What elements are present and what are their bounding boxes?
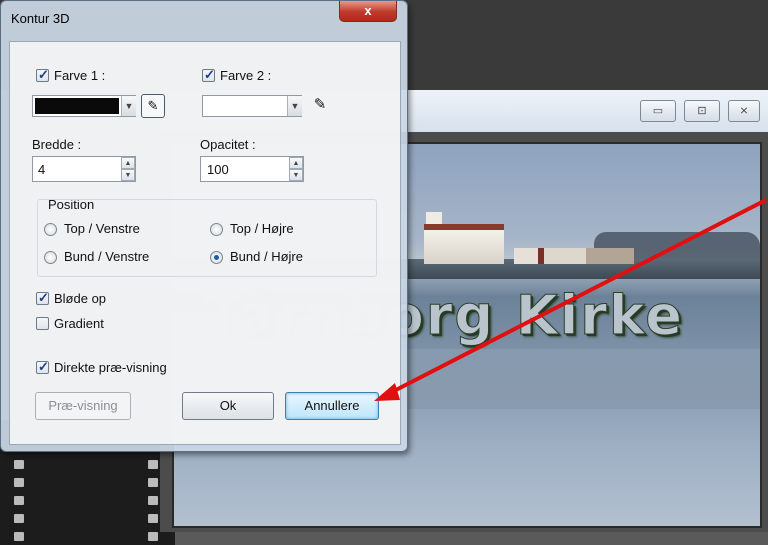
arrow-shaft xyxy=(389,198,767,395)
annotation-arrow xyxy=(374,198,767,401)
arrow-head xyxy=(374,383,400,401)
